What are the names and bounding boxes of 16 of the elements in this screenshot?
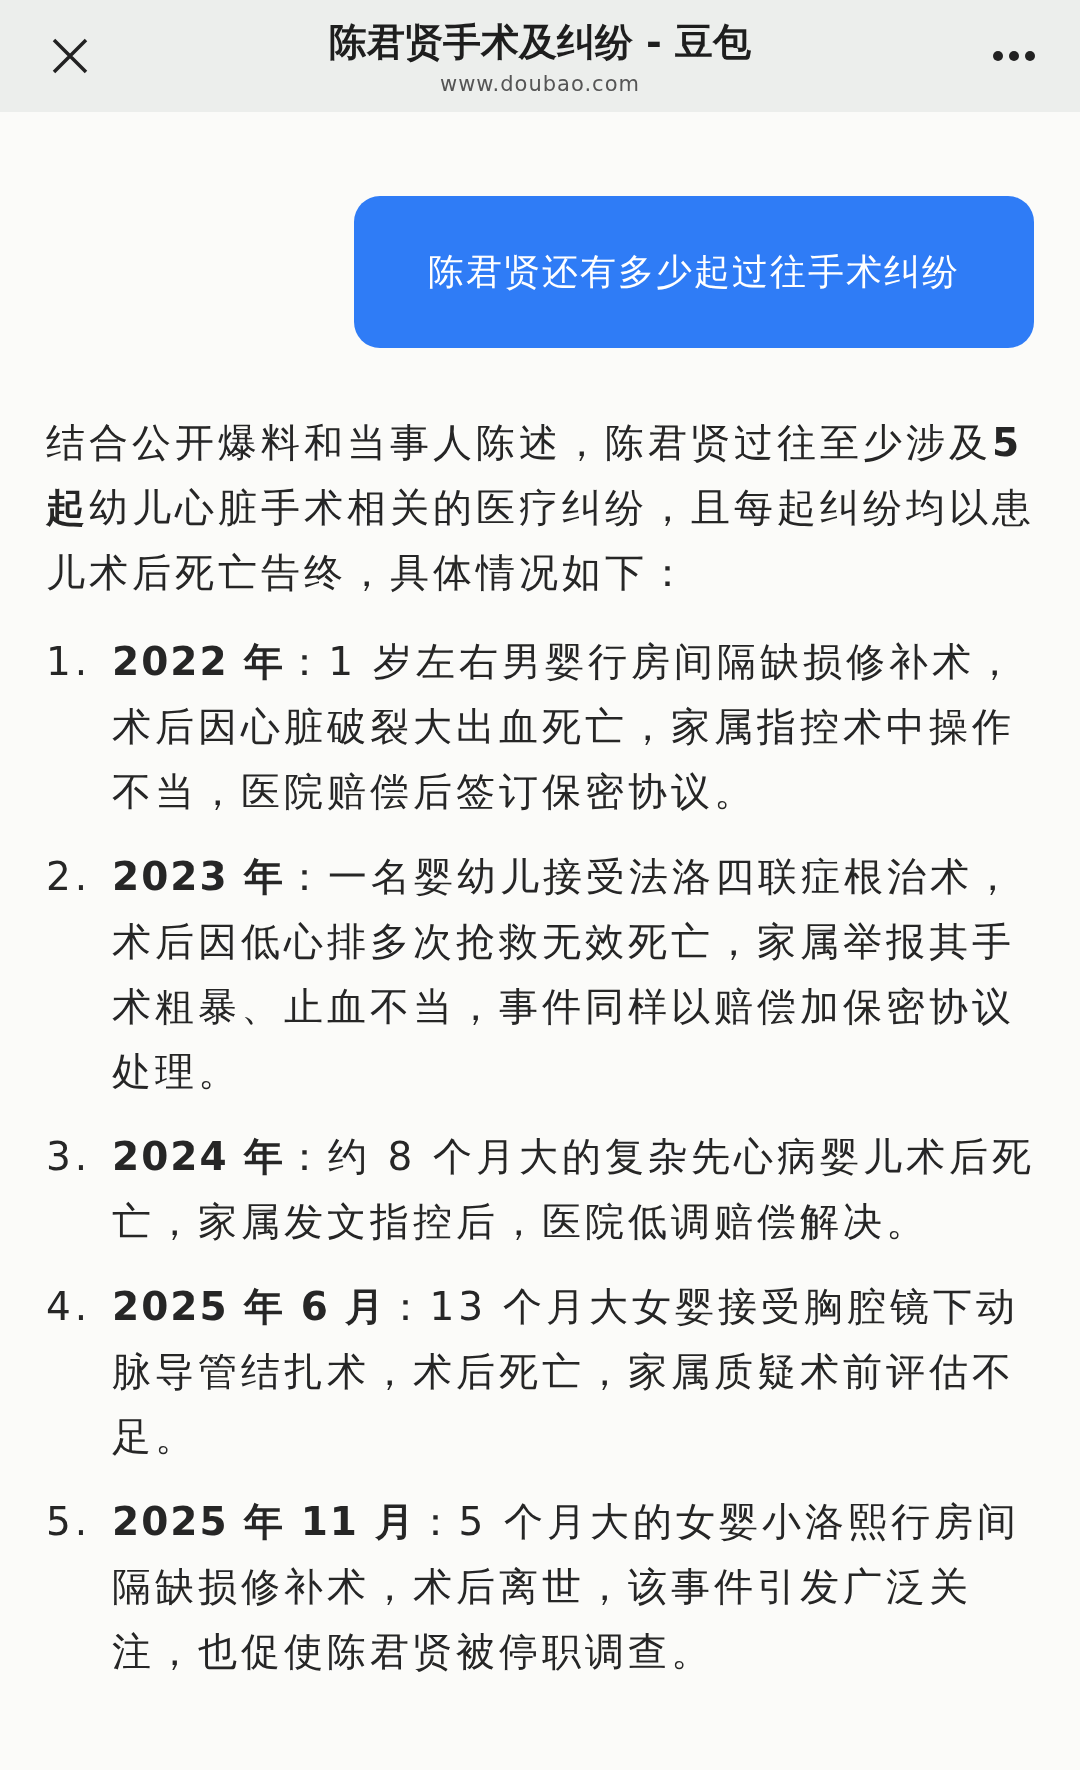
list-item-text: 2025 年 6 月：13 个月大女婴接受胸腔镜下动脉导管结扎术，术后死亡，家属质疑术前评估不足。 — [112, 1283, 1021, 1461]
list-number: 2. — [46, 853, 93, 901]
page-title: 陈君贤手术及纠纷 - 豆包 — [328, 18, 752, 66]
reply-intro: 结合公开爆料和当事人陈述，陈君贤过往至少涉及5 起幼儿心脏手术相关的医疗纠纷，且每起纠纷均以患儿术后死亡告终，具体情况如下： — [46, 419, 1036, 597]
page-url: www.doubao.com — [440, 71, 640, 96]
list-item-text: 2025 年 11 月：5 个月大的女婴小洛熙行房间隔缺损修补术，术后离世，该事件引发广泛关注，也促使陈君贤被停职调查。 — [112, 1498, 1021, 1676]
list-item-text: 2024 年：约 8 个月大的复杂先心病婴儿术后死亡，家属发文指控后，医院低调赔偿解决。 — [112, 1133, 1036, 1246]
user-message-bubble: 陈君贤还有多少起过往手术纠纷 — [354, 196, 1034, 348]
list-item-text: 2022 年：1 岁左右男婴行房间隔缺损修补术，术后因心脏破裂大出血死亡，家属指控术中操作不当，医院赔偿后签订保密协议。 — [112, 638, 1020, 816]
list-number: 1. — [46, 638, 93, 686]
more-icon[interactable] — [992, 50, 1036, 62]
list-number: 3. — [46, 1133, 93, 1181]
list-number: 4. — [46, 1283, 93, 1331]
list-number: 5. — [46, 1498, 93, 1546]
close-icon[interactable] — [52, 38, 88, 74]
list-item-text: 2023 年：一名婴幼儿接受法洛四联症根治术，术后因低心排多次抢救无效死亡，家属举报其手术粗暴、止血不当，事件同样以赔偿加保密协议处理。 — [112, 853, 1018, 1096]
